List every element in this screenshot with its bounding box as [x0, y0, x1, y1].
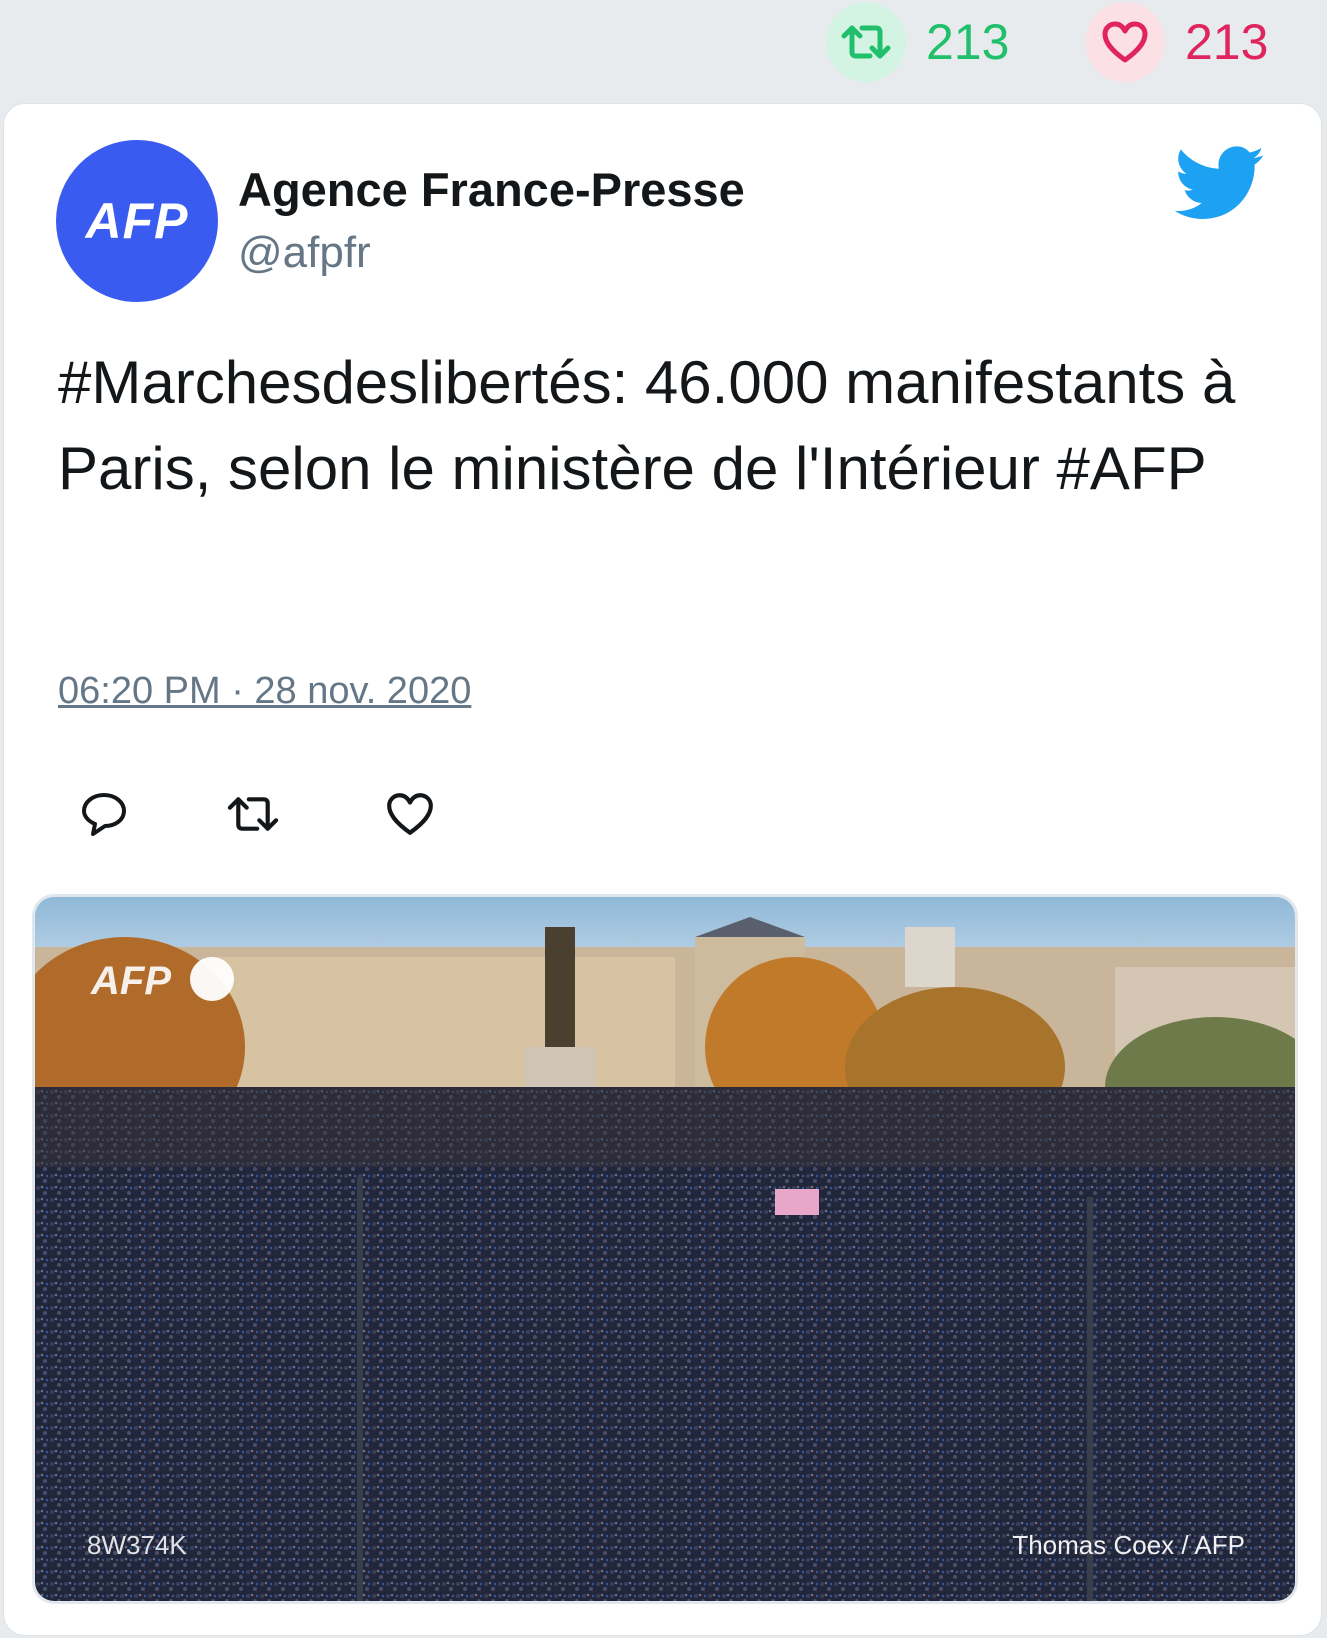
- media-logo-dot: [190, 957, 234, 1001]
- engagement-summary: 213 213: [0, 0, 1327, 100]
- heart-icon: [1085, 2, 1165, 82]
- retweet-icon: [227, 797, 279, 831]
- twitter-bird-icon[interactable]: [1174, 146, 1266, 227]
- retweet-icon: [826, 2, 906, 82]
- tweet-photo[interactable]: AFP 8W374K Thomas Coex / AFP: [32, 894, 1298, 1604]
- avatar[interactable]: AFP: [56, 140, 218, 302]
- like-count: 213: [1185, 14, 1269, 70]
- author-name[interactable]: Agence France-Presse: [238, 162, 745, 217]
- reply-button[interactable]: [74, 784, 134, 844]
- retweet-button[interactable]: [223, 784, 283, 844]
- crowd-photo-image: [35, 897, 1295, 1601]
- heart-icon: [387, 793, 433, 835]
- tweet-card: AFP Agence France-Presse @afpfr #Marches…: [3, 103, 1322, 1636]
- retweet-stat[interactable]: 213: [826, 2, 1009, 82]
- media-ref-code: 8W374K: [87, 1530, 187, 1560]
- retweet-count: 213: [926, 14, 1010, 70]
- tweet-text: #Marchesdeslibertés: 46.000 manifestants…: [58, 349, 1236, 502]
- avatar-text: AFP: [85, 193, 189, 249]
- media-credit: Thomas Coex / AFP: [1012, 1530, 1245, 1560]
- tweet-timestamp[interactable]: 06:20 PM · 28 nov. 2020: [58, 670, 471, 713]
- reply-icon: [82, 793, 126, 836]
- author-handle[interactable]: @afpfr: [238, 228, 371, 278]
- like-stat[interactable]: 213: [1085, 2, 1268, 82]
- media-logo-text: AFP: [91, 959, 171, 1003]
- like-button[interactable]: [380, 784, 440, 844]
